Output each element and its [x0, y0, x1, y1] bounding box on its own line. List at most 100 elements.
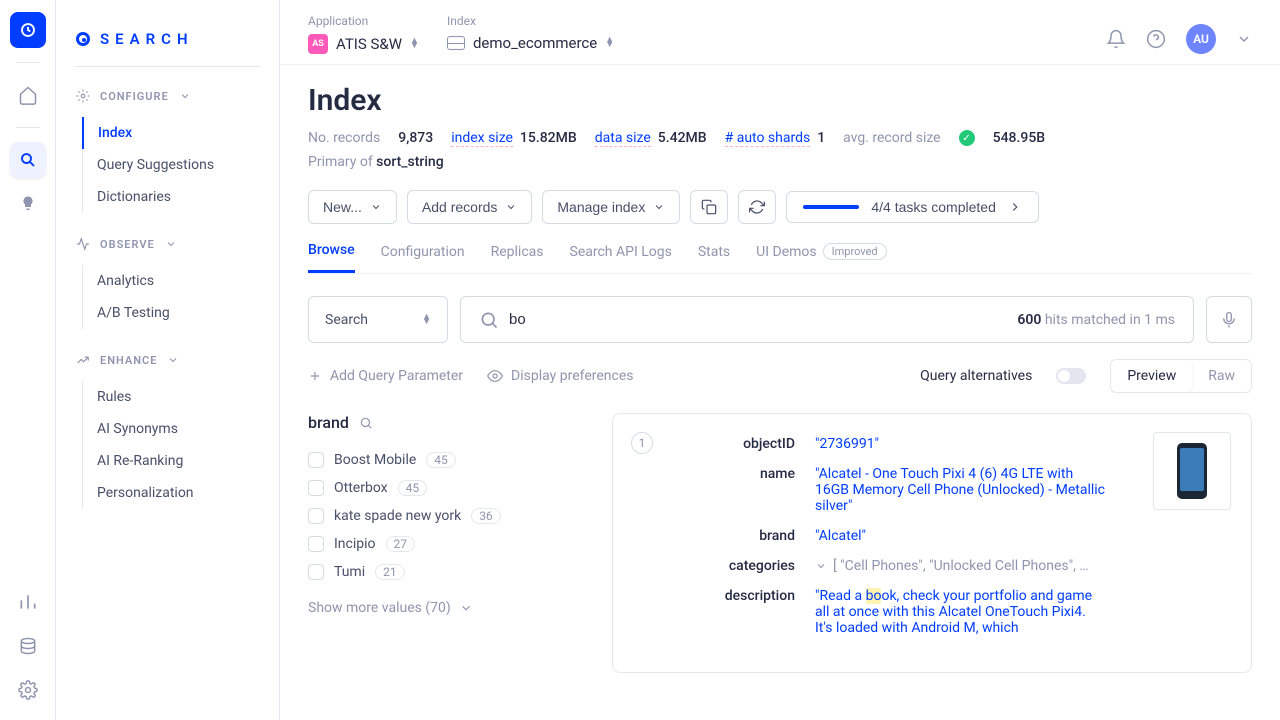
page-title: Index — [308, 83, 1252, 118]
bell-icon[interactable] — [1106, 29, 1126, 49]
tab-ui-demos[interactable]: UI DemosImproved — [756, 242, 886, 273]
section-enhance[interactable]: ENHANCE — [64, 347, 271, 373]
query-alternatives-toggle[interactable] — [1056, 368, 1086, 384]
chevron-down-icon[interactable] — [1236, 31, 1252, 47]
tabs: Browse Configuration Replicas Search API… — [308, 242, 1252, 274]
sidebar-item-rules[interactable]: Rules — [83, 381, 271, 413]
phone-icon — [1177, 443, 1207, 499]
record-thumbnail — [1153, 432, 1231, 510]
search-box: 600 hits matched in 1 ms — [460, 296, 1194, 343]
record-number: 1 — [631, 432, 653, 454]
brand-icon[interactable] — [10, 12, 46, 48]
add-records-button[interactable]: Add records — [407, 190, 532, 224]
chevron-down-icon — [370, 201, 382, 213]
copy-button[interactable] — [690, 190, 728, 224]
avatar[interactable]: AU — [1186, 24, 1216, 54]
app-badge: AS — [308, 34, 328, 54]
chevron-down-icon — [505, 201, 517, 213]
index-stats: No. records 9,873 index size 15.82MB dat… — [308, 130, 1252, 146]
checkbox[interactable] — [308, 452, 324, 468]
new-button[interactable]: New... — [308, 190, 397, 224]
facet-item[interactable]: Tumi21 — [308, 558, 588, 586]
tab-stats[interactable]: Stats — [698, 242, 730, 273]
eye-icon — [487, 368, 503, 384]
raw-button[interactable]: Raw — [1192, 360, 1251, 392]
query-alternatives-label: Query alternatives — [920, 368, 1032, 384]
index-selector[interactable]: demo_ecommerce ▲▼ — [447, 34, 614, 52]
record-name: "Alcatel - One Touch Pixi 4 (6) 4G LTE w… — [815, 466, 1105, 514]
index-icon — [447, 36, 465, 50]
refresh-button[interactable] — [738, 190, 776, 224]
trend-icon — [76, 353, 90, 367]
sidebar-item-dictionaries[interactable]: Dictionaries — [83, 181, 271, 213]
sidebar-item-ai-reranking[interactable]: AI Re-Ranking — [83, 445, 271, 477]
mic-icon — [1220, 311, 1238, 329]
checkbox[interactable] — [308, 564, 324, 580]
data-size-link[interactable]: data size — [595, 130, 651, 147]
improved-badge: Improved — [823, 243, 887, 260]
tasks-button[interactable]: 4/4 tasks completed — [786, 191, 1039, 223]
preview-button[interactable]: Preview — [1111, 360, 1192, 392]
sidebar-item-ai-synonyms[interactable]: AI Synonyms — [83, 413, 271, 445]
chevron-down-icon — [179, 90, 191, 102]
activity-icon — [76, 237, 90, 251]
sidebar-item-ab-testing[interactable]: A/B Testing — [83, 297, 271, 329]
data-icon[interactable] — [10, 628, 46, 664]
checkbox[interactable] — [308, 536, 324, 552]
sort-icon: ▲▼ — [422, 315, 431, 325]
search-mode-selector[interactable]: Search▲▼ — [308, 296, 448, 343]
tab-browse[interactable]: Browse — [308, 242, 355, 273]
sidebar-title: SEARCH — [56, 18, 279, 66]
sidebar-item-query-suggestions[interactable]: Query Suggestions — [83, 149, 271, 181]
sidebar-item-analytics[interactable]: Analytics — [83, 265, 271, 297]
search-logo-icon — [76, 32, 90, 46]
copy-icon — [701, 199, 717, 215]
tab-configuration[interactable]: Configuration — [381, 242, 465, 273]
checkbox[interactable] — [308, 508, 324, 524]
add-query-param-button[interactable]: Add Query Parameter — [308, 368, 463, 384]
help-icon[interactable] — [1146, 29, 1166, 49]
view-segmented-control: Preview Raw — [1110, 359, 1252, 393]
gear-icon — [76, 89, 90, 103]
settings-icon[interactable] — [10, 672, 46, 708]
index-size-link[interactable]: index size — [451, 130, 513, 147]
home-icon[interactable] — [10, 77, 46, 113]
facet-item[interactable]: kate spade new york36 — [308, 502, 588, 530]
voice-search-button[interactable] — [1206, 296, 1252, 343]
application-selector[interactable]: AS ATIS S&W ▲▼ — [308, 34, 419, 54]
search-icon — [479, 310, 499, 330]
check-icon: ✓ — [959, 130, 975, 146]
facet-item[interactable]: Boost Mobile45 — [308, 446, 588, 474]
search-input[interactable] — [499, 297, 1017, 342]
sort-icon: ▲▼ — [605, 38, 614, 48]
hits-count: 600 hits matched in 1 ms — [1017, 312, 1175, 328]
recommend-icon[interactable] — [10, 186, 46, 222]
plus-icon — [308, 369, 322, 383]
facet-item[interactable]: Incipio27 — [308, 530, 588, 558]
record-brand: "Alcatel" — [815, 528, 1105, 544]
sidebar-item-index[interactable]: Index — [82, 117, 271, 149]
record-card: 1 objectID"2736991" name"Alcatel - One T… — [612, 413, 1252, 673]
application-label: Application — [308, 14, 419, 28]
manage-index-button[interactable]: Manage index — [542, 190, 680, 224]
display-prefs-button[interactable]: Display preferences — [487, 368, 633, 384]
section-configure[interactable]: CONFIGURE — [64, 83, 271, 109]
checkbox[interactable] — [308, 480, 324, 496]
chevron-down-icon — [815, 560, 827, 572]
sort-icon: ▲▼ — [410, 39, 419, 49]
search-nav-icon[interactable] — [10, 142, 46, 178]
tab-replicas[interactable]: Replicas — [491, 242, 544, 273]
show-more-button[interactable]: Show more values (70) — [308, 600, 588, 616]
facet-item[interactable]: Otterbox45 — [308, 474, 588, 502]
shards-link[interactable]: # auto shards — [725, 130, 811, 147]
analytics-icon[interactable] — [10, 584, 46, 620]
tab-search-api-logs[interactable]: Search API Logs — [570, 242, 672, 273]
search-icon[interactable] — [359, 416, 373, 430]
chevron-right-icon — [1008, 200, 1022, 214]
left-rail — [0, 0, 56, 720]
section-observe[interactable]: OBSERVE — [64, 231, 271, 257]
record-description: "Read a book, check your portfolio and g… — [815, 588, 1105, 636]
record-categories[interactable]: [ "Cell Phones", "Unlocked Cell Phones",… — [815, 558, 1105, 574]
primary-of: Primary of sort_string — [308, 154, 1252, 170]
sidebar-item-personalization[interactable]: Personalization — [83, 477, 271, 509]
